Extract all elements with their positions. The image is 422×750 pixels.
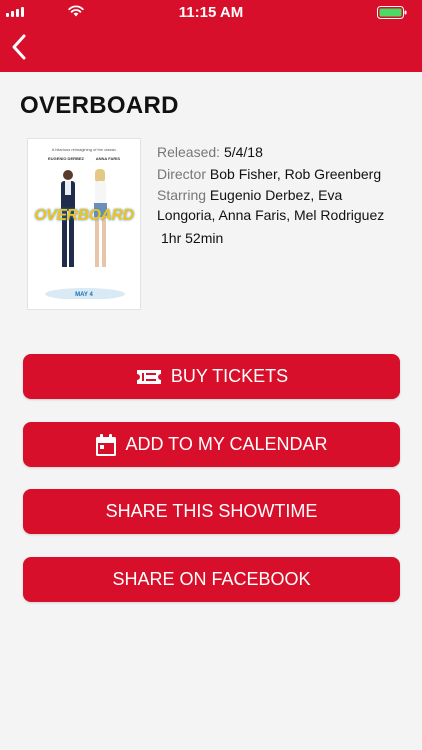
director-label: Director xyxy=(157,166,207,182)
director-value: Bob Fisher, Rob Greenberg xyxy=(209,166,382,182)
ticket-icon xyxy=(135,368,163,386)
buy-tickets-label: BUY TICKETS xyxy=(170,366,289,386)
released-label: Released: xyxy=(157,144,221,160)
released-row: Released: 5/4/18 xyxy=(157,141,397,163)
poster-tagline: A hilarious reimagining of the classic xyxy=(51,147,117,152)
back-button[interactable] xyxy=(8,32,32,62)
battery-icon xyxy=(377,6,407,19)
share-showtime-button[interactable]: SHARE THIS SHOWTIME xyxy=(23,489,400,534)
calendar-icon xyxy=(95,433,117,457)
app-header: 11:15 AM xyxy=(0,0,422,72)
share-showtime-label: SHARE THIS SHOWTIME xyxy=(105,501,318,521)
share-facebook-button[interactable]: SHARE ON FACEBOOK xyxy=(23,557,400,602)
poster-title: OVERBOARD xyxy=(34,207,134,224)
poster-figures-art xyxy=(45,169,125,299)
movie-poster[interactable]: A hilarious reimagining of the classic E… xyxy=(27,138,141,310)
starring-row: Starring Eugenio Derbez, Eva Longoria, A… xyxy=(157,185,397,225)
add-to-calendar-button[interactable]: ADD TO MY CALENDAR xyxy=(23,422,400,467)
add-to-calendar-label: ADD TO MY CALENDAR xyxy=(125,434,328,454)
poster-date: MAY 4 xyxy=(75,292,93,298)
status-bar: 11:15 AM xyxy=(0,0,422,24)
starring-label: Starring xyxy=(157,187,207,203)
movie-title: OVERBOARD xyxy=(20,92,179,119)
share-facebook-label: SHARE ON FACEBOOK xyxy=(112,569,311,589)
director-row: Director Bob Fisher, Rob Greenberg xyxy=(157,163,397,185)
status-time: 11:15 AM xyxy=(178,4,244,21)
buy-tickets-button[interactable]: BUY TICKETS xyxy=(23,354,400,399)
movie-details: Released: 5/4/18 Director Bob Fisher, Ro… xyxy=(157,141,397,249)
released-value: 5/4/18 xyxy=(223,144,263,160)
runtime: 1hr 52min xyxy=(161,230,224,246)
